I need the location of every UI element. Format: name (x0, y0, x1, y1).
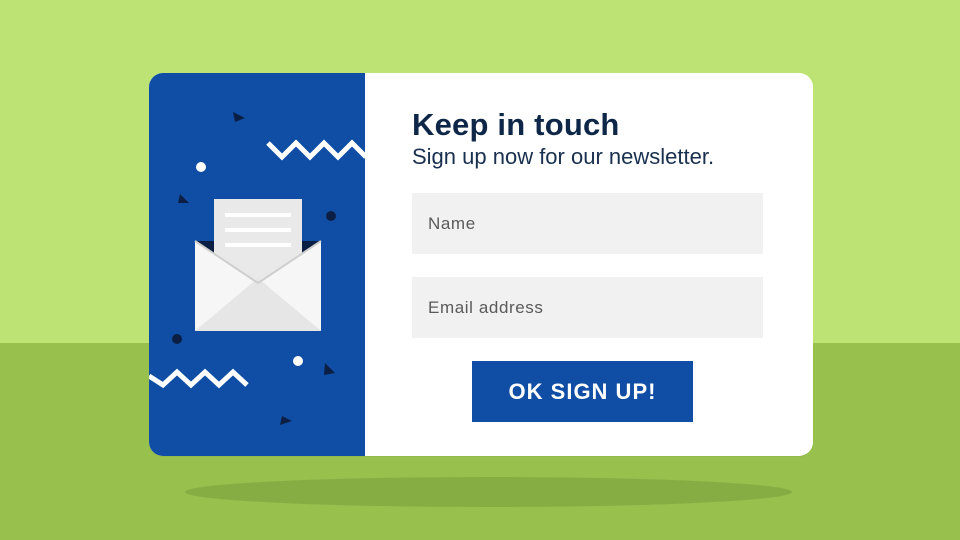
card-shadow (185, 477, 792, 507)
zigzag-decoration (149, 368, 249, 389)
illustration-panel (149, 73, 365, 456)
dot-decoration (293, 356, 303, 366)
popup-subtitle: Sign up now for our newsletter. (412, 144, 715, 169)
envelope-illustration (149, 112, 365, 425)
popup-title: Keep in touch (412, 107, 620, 142)
sign-up-button[interactable]: OK SIGN UP! (472, 361, 693, 422)
name-input[interactable] (412, 193, 763, 254)
newsletter-scene: Keep in touch Sign up now for our newsle… (0, 0, 960, 540)
triangle-decoration (178, 194, 189, 203)
dot-decoration (326, 211, 336, 221)
envelope-with-letter-icon (194, 199, 322, 331)
triangle-decoration (324, 363, 335, 375)
zigzag-decoration (266, 139, 365, 161)
signup-form: Keep in touch Sign up now for our newsle… (412, 109, 763, 422)
newsletter-popup: Keep in touch Sign up now for our newsle… (149, 73, 813, 456)
email-input[interactable] (412, 277, 763, 338)
dot-decoration (172, 334, 182, 344)
dot-decoration (196, 162, 206, 172)
triangle-decoration (233, 112, 245, 122)
triangle-decoration (280, 416, 292, 425)
